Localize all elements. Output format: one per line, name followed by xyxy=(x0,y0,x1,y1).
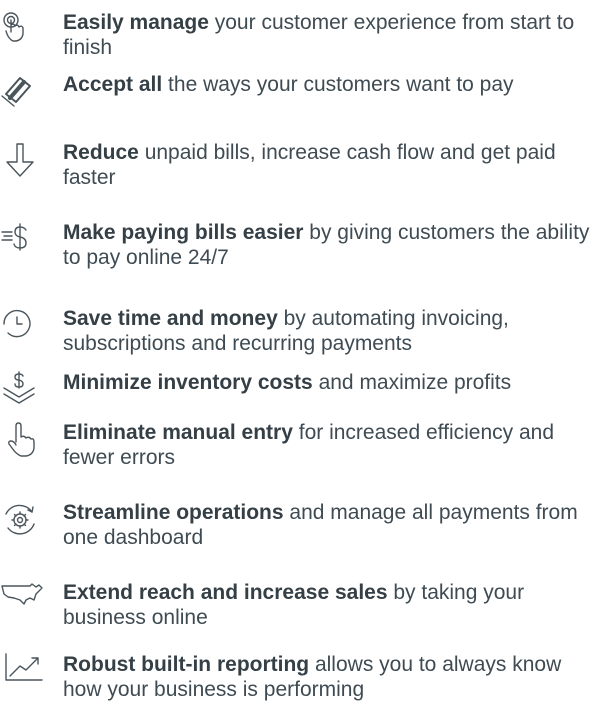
feature-lead: Streamline operations xyxy=(63,501,284,524)
feature-lead: Robust built-in reporting xyxy=(63,653,310,676)
trend-chart-icon xyxy=(0,652,56,696)
feature-text: Save time and money by automating invoic… xyxy=(63,306,603,356)
bill-dollar-icon xyxy=(0,220,56,264)
pointer-hand-icon xyxy=(0,420,56,464)
feature-lead: Eliminate manual entry xyxy=(63,421,293,444)
feature-text: Accept all the ways your customers want … xyxy=(63,72,603,97)
arrow-down-icon xyxy=(0,140,56,184)
feature-item: Robust built-in reporting allows you to … xyxy=(0,652,608,712)
feature-item: Accept all the ways your customers want … xyxy=(0,72,608,132)
feature-text: Streamline operations and manage all pay… xyxy=(63,500,603,550)
feature-text: Extend reach and increase sales by takin… xyxy=(63,580,603,630)
dollar-chevrons-icon xyxy=(0,370,56,414)
feature-text: Reduce unpaid bills, increase cash flow … xyxy=(63,140,603,190)
feature-item: Streamline operations and manage all pay… xyxy=(0,500,608,560)
touch-hand-icon xyxy=(0,10,56,54)
feature-text: Eliminate manual entry for increased eff… xyxy=(63,420,603,470)
feature-lead: Save time and money xyxy=(63,307,278,330)
feature-text: Easily manage your customer experience f… xyxy=(63,10,603,60)
feature-item: Save time and money by automating invoic… xyxy=(0,306,608,366)
feature-description: and maximize profits xyxy=(312,371,512,394)
feature-item: Make paying bills easier by giving custo… xyxy=(0,220,608,280)
feature-item: Easily manage your customer experience f… xyxy=(0,10,608,70)
feature-text: Make paying bills easier by giving custo… xyxy=(63,220,603,270)
clock-icon xyxy=(0,306,56,350)
feature-lead: Minimize inventory costs xyxy=(63,371,313,394)
us-map-icon xyxy=(0,580,56,624)
feature-lead: Accept all xyxy=(63,73,163,96)
feature-description: the ways your customers want to pay xyxy=(162,73,514,96)
feature-item: Reduce unpaid bills, increase cash flow … xyxy=(0,140,608,200)
feature-lead: Make paying bills easier xyxy=(63,221,304,244)
feature-lead: Easily manage xyxy=(63,11,209,34)
feature-lead: Extend reach and increase sales xyxy=(63,581,388,604)
feature-item: Extend reach and increase sales by takin… xyxy=(0,580,608,640)
feature-text: Minimize inventory costs and maximize pr… xyxy=(63,370,603,395)
feature-lead: Reduce xyxy=(63,141,139,164)
feature-item: Eliminate manual entry for increased eff… xyxy=(0,420,608,480)
feature-text: Robust built-in reporting allows you to … xyxy=(63,652,603,702)
payment-card-icon xyxy=(0,72,56,116)
gear-refresh-icon xyxy=(0,500,56,544)
